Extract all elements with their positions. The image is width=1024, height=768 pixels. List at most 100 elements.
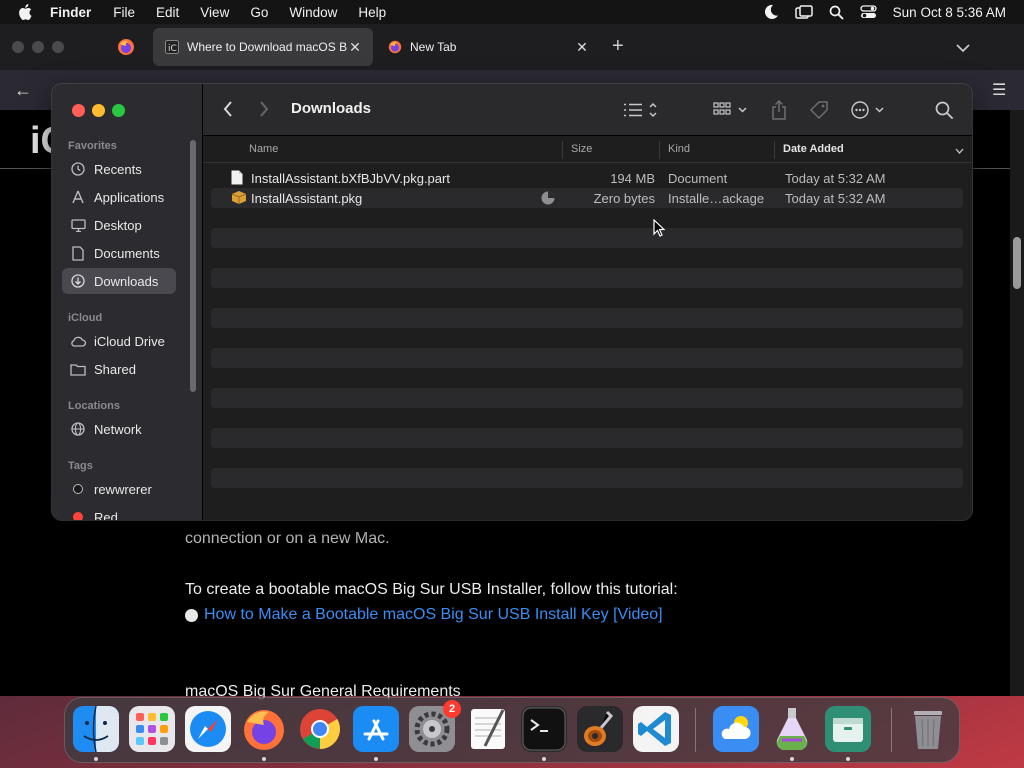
file-date-added: Today at 5:32 AM bbox=[785, 171, 886, 186]
forward-chevron-icon[interactable] bbox=[259, 100, 269, 123]
file-size: 194 MB bbox=[610, 171, 655, 186]
dock-vscode-icon[interactable] bbox=[633, 706, 679, 752]
browser-back-arrow-icon[interactable]: ← bbox=[14, 80, 32, 101]
browser-close-button[interactable] bbox=[12, 41, 24, 53]
sidebar-item-tag-red[interactable]: Red bbox=[62, 504, 176, 520]
dock-app-store-icon[interactable] bbox=[353, 706, 399, 752]
more-actions-ellipsis-icon[interactable] bbox=[851, 98, 887, 122]
mouse-pointer-icon bbox=[653, 218, 666, 242]
menubar-clock[interactable]: Sun Oct 8 5:36 AM bbox=[893, 5, 1006, 20]
browser-minimize-button[interactable] bbox=[32, 41, 44, 53]
sidebar-item-documents[interactable]: Documents bbox=[62, 240, 176, 266]
file-name: InstallAssistant.bXfBJbVV.pkg.part bbox=[251, 171, 450, 186]
dock-separator bbox=[891, 708, 892, 752]
sidebar-item-downloads[interactable]: Downloads bbox=[62, 268, 176, 294]
sort-descending-chevron-icon[interactable] bbox=[955, 145, 964, 157]
dock-launchpad-icon[interactable] bbox=[129, 706, 175, 752]
tab-list-chevron-icon[interactable] bbox=[956, 40, 970, 58]
finder-close-button[interactable] bbox=[72, 104, 85, 117]
tab-strip: iC Where to Download macOS Big ✕ New Tab… bbox=[0, 24, 1024, 70]
article-bullet: How to Make a Bootable macOS Big Sur USB… bbox=[185, 606, 663, 624]
article-paragraph: To create a bootable macOS Big Sur USB I… bbox=[185, 581, 678, 598]
column-header-kind[interactable]: Kind bbox=[668, 143, 690, 155]
group-by-icon[interactable] bbox=[713, 98, 749, 122]
finder-minimize-button[interactable] bbox=[92, 104, 105, 117]
file-row[interactable]: InstallAssistant.pkg Zero bytes Installe…a… bbox=[211, 188, 963, 208]
dock-garageband-icon[interactable] bbox=[577, 706, 623, 752]
hamburger-menu-icon[interactable]: ☰ bbox=[992, 80, 1006, 100]
tag-dot-icon bbox=[70, 481, 86, 497]
tag-icon[interactable] bbox=[809, 98, 829, 122]
dock-system-settings-icon[interactable]: 2 bbox=[409, 700, 461, 752]
dock-textedit-icon[interactable] bbox=[465, 706, 511, 752]
firefox-view-icon[interactable] bbox=[117, 38, 135, 56]
sidebar-item-tag-rewwrerer[interactable]: rewwrerer bbox=[62, 476, 176, 502]
finder-zoom-button[interactable] bbox=[112, 104, 125, 117]
dock-terminal-icon[interactable] bbox=[521, 706, 567, 752]
night-shift-moon-icon[interactable] bbox=[763, 4, 779, 20]
running-indicator-dot bbox=[374, 757, 378, 761]
finder-content: Downloads Name Size Kind Date Added Inst… bbox=[202, 84, 972, 520]
sidebar-item-label: Downloads bbox=[94, 273, 159, 289]
dock-weather-icon[interactable] bbox=[713, 706, 759, 752]
sidebar-item-label: Shared bbox=[94, 361, 136, 377]
column-separator[interactable] bbox=[659, 141, 660, 159]
menu-window[interactable]: Window bbox=[289, 5, 337, 20]
download-icon bbox=[70, 273, 86, 289]
tab-close-icon[interactable]: ✕ bbox=[574, 39, 590, 56]
control-center-icon[interactable] bbox=[860, 5, 877, 19]
sidebar-scrollbar[interactable] bbox=[190, 140, 196, 392]
sidebar-item-desktop[interactable]: Desktop bbox=[62, 212, 176, 238]
column-header-size[interactable]: Size bbox=[571, 143, 592, 155]
menu-edit[interactable]: Edit bbox=[156, 5, 179, 20]
empty-row-stripe bbox=[211, 448, 963, 468]
dock-safari-icon[interactable] bbox=[185, 706, 231, 752]
dock-finder-icon[interactable] bbox=[73, 705, 119, 753]
menu-file[interactable]: File bbox=[113, 5, 135, 20]
menu-view[interactable]: View bbox=[200, 5, 229, 20]
sidebar-item-shared[interactable]: Shared bbox=[62, 356, 176, 382]
sidebar-item-network[interactable]: Network bbox=[62, 416, 176, 442]
column-header-name[interactable]: Name bbox=[249, 143, 278, 155]
new-tab-plus-icon[interactable]: + bbox=[612, 36, 624, 56]
column-separator[interactable] bbox=[562, 141, 563, 159]
finder-window-title: Downloads bbox=[291, 100, 372, 117]
share-icon[interactable] bbox=[771, 98, 787, 122]
dock-firefox-icon[interactable] bbox=[241, 706, 287, 752]
firefox-icon bbox=[388, 40, 402, 54]
document-file-icon bbox=[231, 170, 245, 186]
sidebar-item-icloud-drive[interactable]: iCloud Drive bbox=[62, 328, 176, 354]
column-header-date-added[interactable]: Date Added bbox=[783, 143, 844, 155]
tab-where-to-download[interactable]: iC Where to Download macOS Big ✕ bbox=[153, 28, 373, 66]
back-chevron-icon[interactable] bbox=[223, 100, 233, 123]
list-view-icon[interactable] bbox=[623, 98, 657, 122]
dock-chrome-icon[interactable] bbox=[297, 706, 343, 752]
tab-close-icon[interactable]: ✕ bbox=[347, 39, 363, 56]
empty-row-stripe bbox=[211, 208, 963, 228]
tab-title: Where to Download macOS Big bbox=[187, 40, 347, 54]
spotlight-search-icon[interactable] bbox=[829, 5, 844, 20]
empty-row-stripe bbox=[211, 468, 963, 488]
column-separator[interactable] bbox=[774, 141, 775, 159]
dock-installer-potion-icon[interactable] bbox=[769, 706, 815, 752]
file-row[interactable]: InstallAssistant.bXfBJbVV.pkg.part 194 MB… bbox=[211, 168, 963, 188]
sidebar-item-applications[interactable]: Applications bbox=[62, 184, 176, 210]
sidebar-item-recents[interactable]: Recents bbox=[62, 156, 176, 182]
tutorial-link[interactable]: How to Make a Bootable macOS Big Sur USB… bbox=[204, 606, 663, 624]
menu-app-name[interactable]: Finder bbox=[50, 5, 91, 20]
empty-row-stripe bbox=[211, 428, 963, 448]
clock-icon bbox=[70, 161, 86, 177]
sidebar-item-label: Desktop bbox=[94, 217, 142, 233]
search-icon[interactable] bbox=[935, 98, 953, 122]
apple-menu-icon[interactable] bbox=[18, 4, 36, 20]
page-scrollbar[interactable] bbox=[1010, 110, 1024, 696]
bullet-icon bbox=[185, 608, 198, 622]
dock-trash-icon[interactable] bbox=[905, 706, 951, 752]
menu-help[interactable]: Help bbox=[358, 5, 386, 20]
browser-zoom-button[interactable] bbox=[52, 41, 64, 53]
screen-mirroring-icon[interactable] bbox=[794, 4, 813, 20]
tab-new-tab[interactable]: New Tab ✕ bbox=[376, 28, 600, 66]
menu-go[interactable]: Go bbox=[250, 5, 268, 20]
page-scrollbar-thumb[interactable] bbox=[1013, 237, 1021, 289]
dock-archive-utility-icon[interactable] bbox=[825, 706, 871, 752]
